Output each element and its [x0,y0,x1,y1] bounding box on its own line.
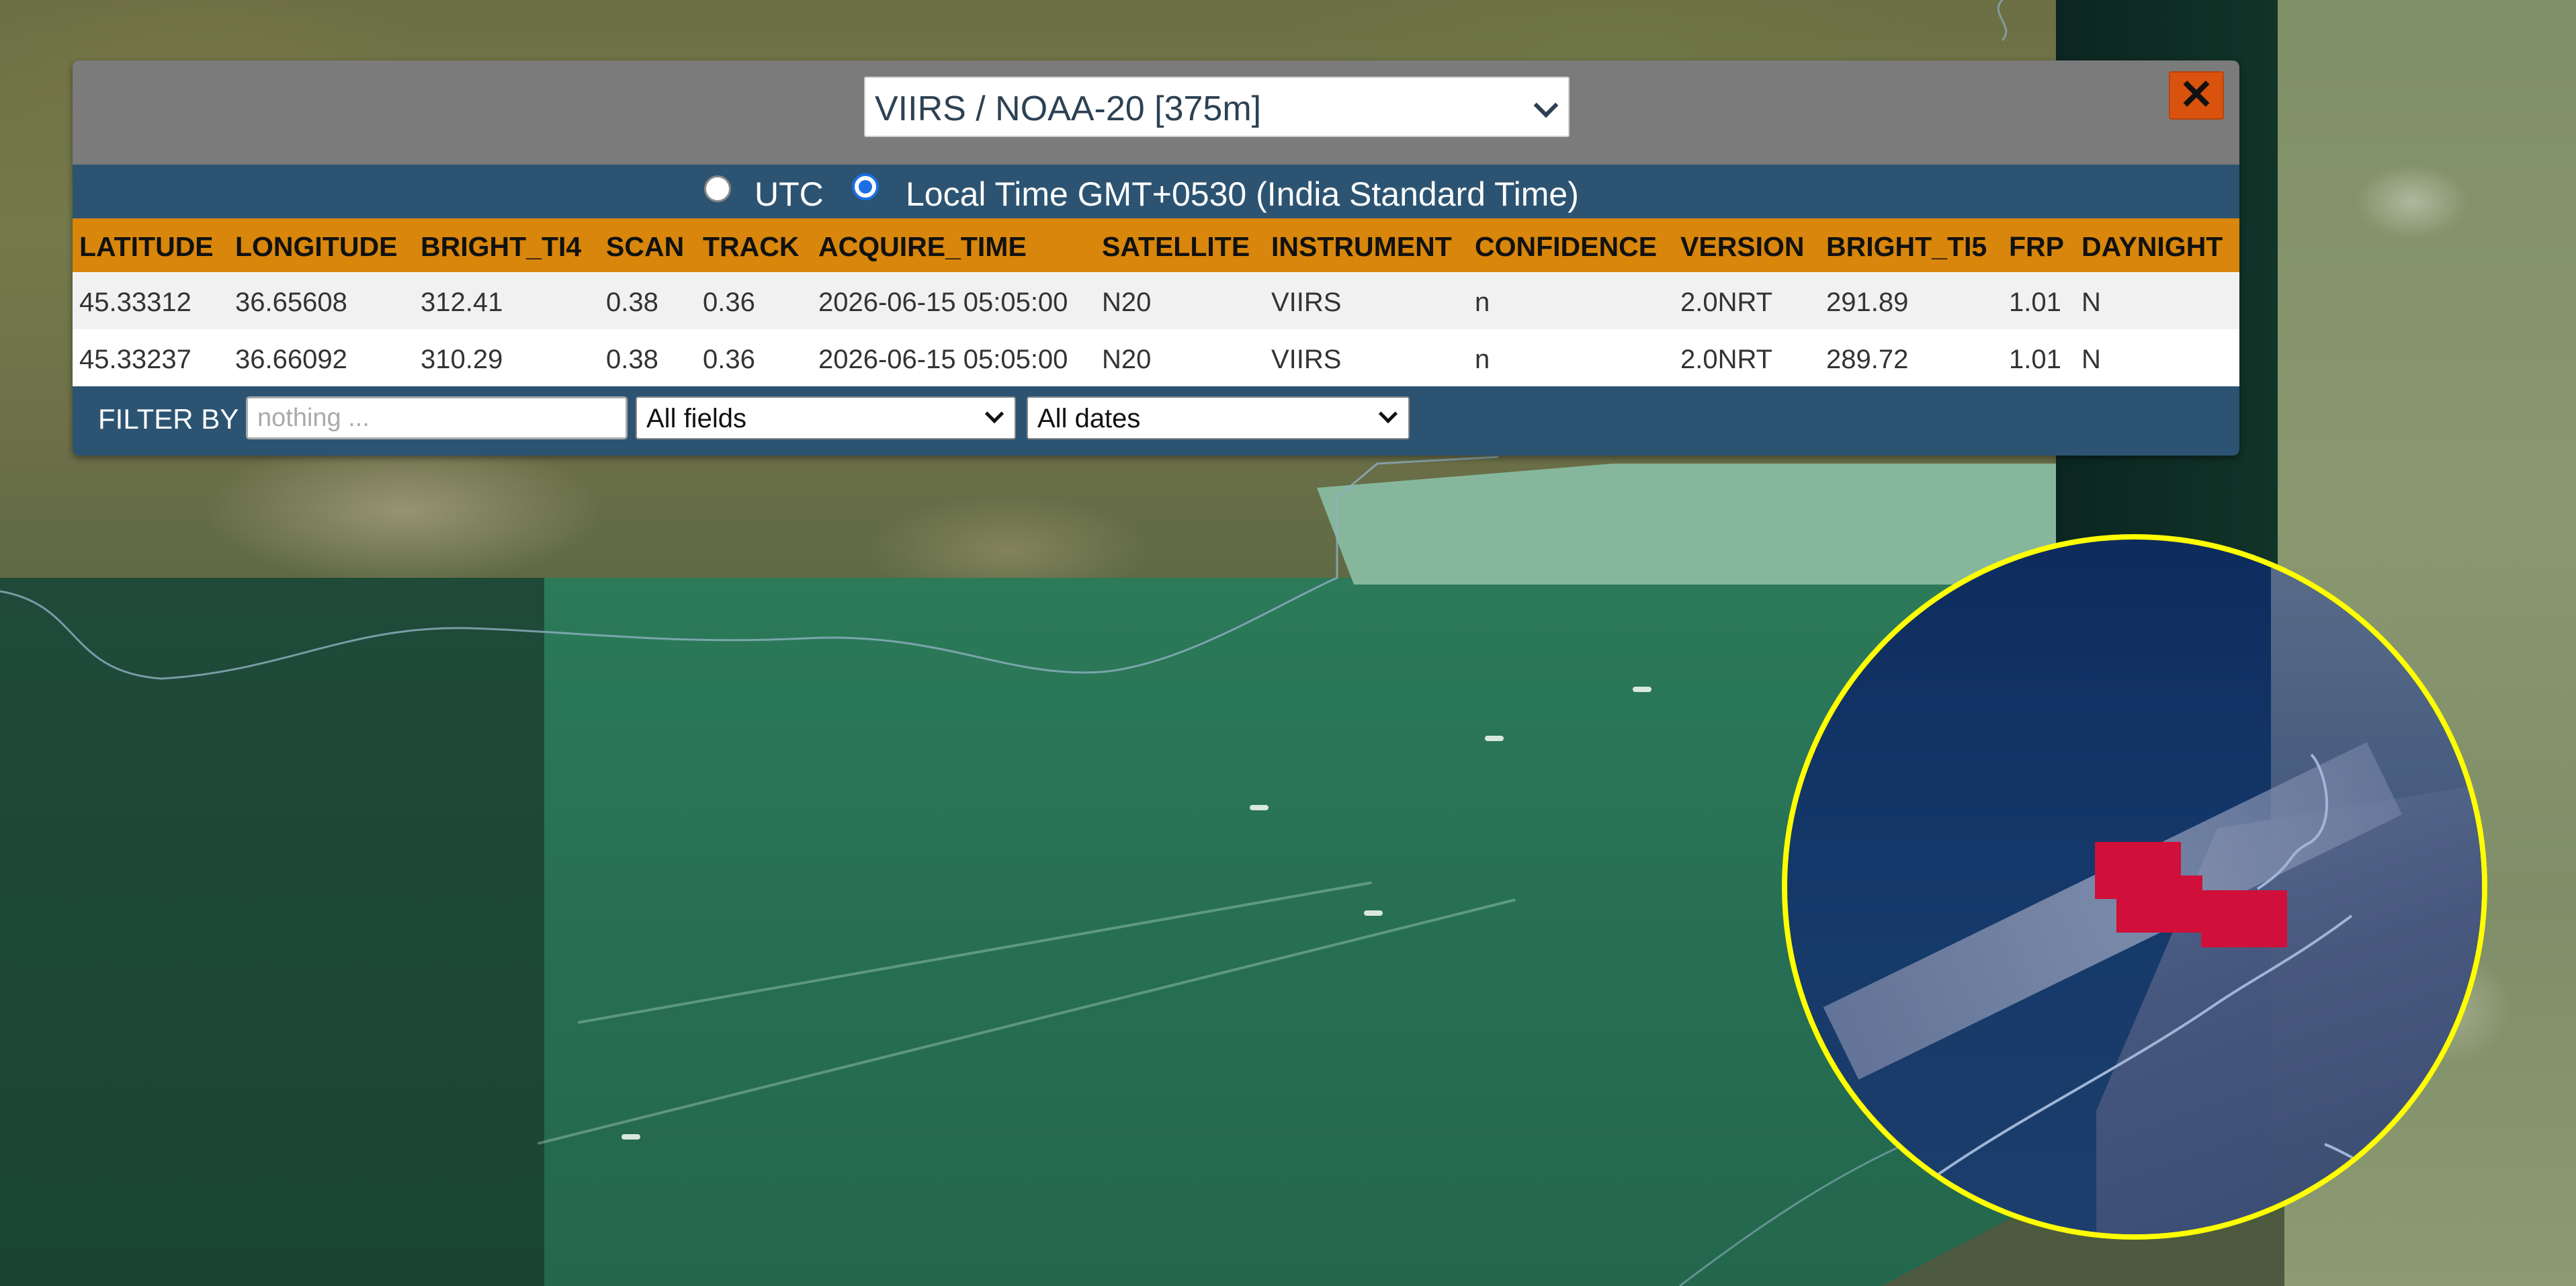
column-header[interactable]: VERSION [1680,231,1805,263]
close-button[interactable]: ✕ [2169,71,2224,120]
table-cell: 0.38 [606,345,658,374]
table-cell: 310.29 [421,345,503,374]
fire-detection-pixel[interactable] [2201,890,2287,947]
table-cell: 45.33237 [79,345,191,374]
boat [1485,736,1504,741]
table-row[interactable] [73,272,2239,329]
column-header[interactable]: LONGITUDE [235,231,397,263]
column-header[interactable]: BRIGHT_TI5 [1826,231,1987,263]
table-cell: 0.38 [606,288,658,317]
table-cell: 45.33312 [79,288,191,317]
table-cell: n [1475,288,1490,317]
date-filter-value: All dates [1037,404,1141,433]
table-cell: VIIRS [1271,345,1342,374]
chevron-down-icon [984,404,1004,424]
chevron-down-icon [1378,404,1398,424]
column-header[interactable]: DAYNIGHT [2081,231,2223,263]
table-cell: 36.65608 [235,288,347,317]
field-filter-value: All fields [646,404,746,433]
magnifier-lens [1782,534,2487,1240]
table-cell: VIIRS [1271,288,1342,317]
boat [1250,805,1269,810]
date-filter-select[interactable]: All dates [1027,396,1410,439]
table-cell: 1.01 [2009,345,2061,374]
column-header[interactable]: TRACK [703,231,799,263]
table-row[interactable] [73,329,2239,386]
column-header[interactable]: SCAN [606,231,684,263]
table-cell: 2.0NRT [1680,288,1773,317]
table-cell: 1.01 [2009,288,2061,317]
boat [621,1134,640,1140]
table-cell: N20 [1102,345,1152,374]
column-header[interactable]: CONFIDENCE [1475,231,1657,263]
fire-data-popup: VIIRS / NOAA-20 [375m] ✕ UTC Local Time … [73,60,2239,456]
column-header[interactable]: LATITUDE [79,231,214,263]
filter-label: FILTER BY [98,403,239,435]
column-header[interactable]: FRP [2009,231,2064,263]
column-header[interactable]: INSTRUMENT [1271,231,1452,263]
column-header[interactable]: SATELLITE [1102,231,1250,263]
utc-radio[interactable] [704,175,731,202]
table-cell: 2026-06-15 05:05:00 [818,288,1068,317]
local-time-radio[interactable] [852,173,879,200]
column-header[interactable]: ACQUIRE_TIME [818,231,1027,263]
table-cell: n [1475,345,1490,374]
table-cell: 312.41 [421,288,503,317]
table-cell: 291.89 [1826,288,1909,317]
filter-input[interactable] [246,396,628,439]
chevron-down-icon [1533,93,1559,118]
field-filter-select[interactable]: All fields [636,396,1016,439]
fire-detection-pixel[interactable] [2116,875,2202,933]
boat [1364,910,1383,916]
table-cell: 0.36 [703,288,755,317]
column-header[interactable]: BRIGHT_TI4 [421,231,581,263]
table-cell: 2.0NRT [1680,345,1773,374]
boat [1633,687,1651,692]
table-cell: N20 [1102,288,1152,317]
local-time-label: Local Time GMT+0530 (India Standard Time… [906,175,1579,213]
table-cell: 2026-06-15 05:05:00 [818,345,1068,374]
table-cell: 36.66092 [235,345,347,374]
satellite-select-value: VIIRS / NOAA-20 [375m] [875,89,1262,128]
satellite-select[interactable]: VIIRS / NOAA-20 [375m] [864,77,1570,137]
table-cell: 0.36 [703,345,755,374]
table-cell: N [2081,288,2101,317]
utc-label: UTC [755,175,824,213]
table-cell: 289.72 [1826,345,1909,374]
table-cell: N [2081,345,2101,374]
